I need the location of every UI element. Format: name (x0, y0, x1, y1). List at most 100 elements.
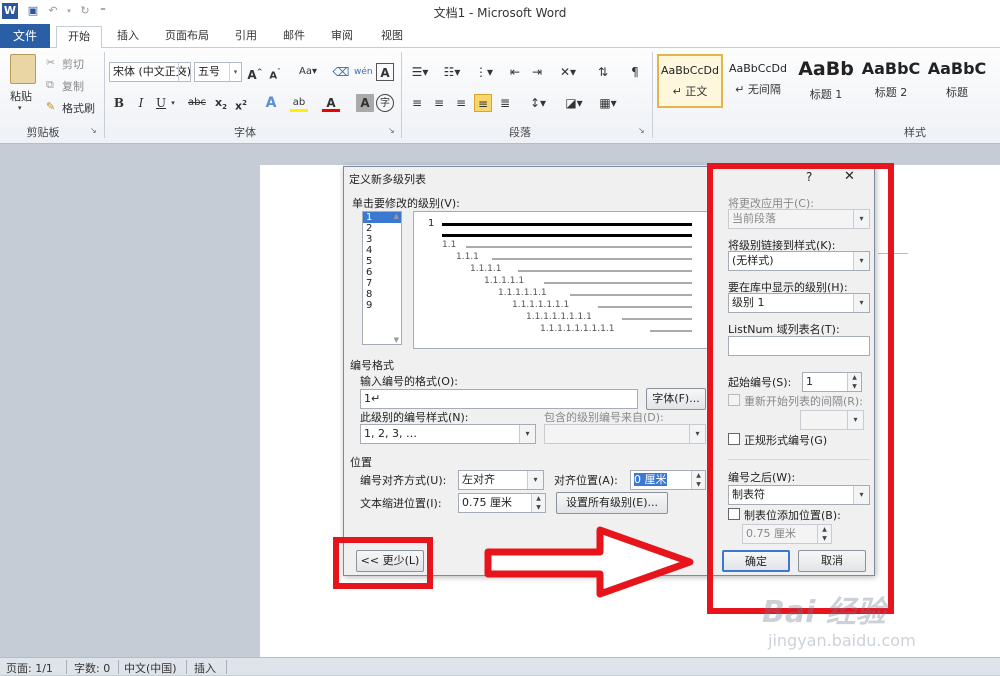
increase-indent-icon[interactable]: ⇥ (528, 63, 546, 81)
style-title[interactable]: AaBbC 标题 (924, 54, 990, 108)
preview-row-8: 1.1.1.1.1.1.1.1 (526, 312, 592, 322)
tab-page-layout[interactable]: 页面布局 (156, 26, 218, 48)
sort-icon[interactable]: ⇅ (594, 63, 612, 81)
shading-icon[interactable]: ◪▾ (562, 94, 586, 112)
align-at-input[interactable]: 0 厘米 ▲ ▼ (630, 470, 706, 490)
paragraph-launcher-icon[interactable]: ↘ (638, 126, 645, 135)
borders-icon[interactable]: ▦▾ (596, 94, 620, 112)
level-list[interactable]: 1 2 3 4 5 6 7 8 9 ▲ ▼ (362, 211, 402, 345)
scroll-down-icon[interactable]: ▼ (394, 336, 399, 344)
chevron-down-icon[interactable]: ▾ (527, 471, 543, 489)
font-size-combo[interactable]: 五号 ▾ (194, 62, 242, 82)
font-name-combo[interactable]: 宋体 (中文正文) ▾ (109, 62, 191, 82)
paste-icon[interactable] (10, 54, 36, 84)
language-status[interactable]: 中文(中国) (124, 660, 177, 676)
level-item[interactable]: 9 (363, 300, 401, 311)
cut-button[interactable]: 剪切 (62, 56, 84, 72)
tab-review[interactable]: 审阅 (322, 26, 362, 48)
numbering-icon[interactable]: ☷▾ (440, 63, 464, 81)
phonetic-guide-icon[interactable]: wén (354, 63, 373, 81)
paste-dropdown-icon[interactable]: ▾ (18, 104, 22, 112)
level-item[interactable]: 2 (363, 223, 401, 234)
chevron-down-icon[interactable]: ▾ (229, 63, 241, 81)
underline-dropdown-icon[interactable]: ▾ (168, 94, 178, 112)
chevron-down-icon[interactable]: ▾ (689, 425, 705, 443)
level-item[interactable]: 5 (363, 256, 401, 267)
change-case-icon[interactable]: Aa▾ (296, 63, 320, 81)
tab-home[interactable]: 开始 (56, 26, 102, 49)
text-indent-label: 文本缩进位置(I): (360, 497, 442, 510)
spinner-icon[interactable]: ▲ ▼ (531, 494, 545, 512)
number-style-select[interactable]: 1, 2, 3, … ▾ (360, 424, 536, 444)
center-icon[interactable]: ≡ (430, 94, 448, 112)
cut-icon[interactable]: ✂ (46, 56, 55, 69)
style-heading-2[interactable]: AaBbC 标题 2 (858, 54, 924, 108)
paste-button[interactable]: 粘贴 (10, 88, 32, 104)
style-prefix: ↵ (735, 83, 745, 96)
level-item[interactable]: 6 (363, 267, 401, 278)
clear-formatting-icon[interactable]: ⌫ (332, 63, 350, 81)
superscript-icon[interactable]: x2 (232, 94, 250, 113)
format-painter-icon[interactable]: ✎ (46, 100, 55, 113)
list-preview: 1 1.1 1.1.1 1.1.1.1 1.1.1.1.1 1.1.1.1.1.… (413, 211, 713, 349)
align-right-icon[interactable]: ≡ (452, 94, 470, 112)
page-count[interactable]: 页面: 1/1 (6, 660, 53, 676)
scroll-up-icon[interactable]: ▲ (394, 212, 399, 220)
set-all-levels-button[interactable]: 设置所有级别(E)... (556, 492, 668, 514)
align-at-label: 对齐位置(A): (554, 474, 618, 487)
decrease-indent-icon[interactable]: ⇤ (506, 63, 524, 81)
word-count[interactable]: 字数: 0 (74, 660, 110, 676)
text-effects-icon[interactable]: A (262, 94, 280, 112)
tab-references[interactable]: 引用 (226, 26, 266, 48)
font-size-value: 五号 (198, 65, 220, 78)
style-normal[interactable]: AaBbCcDd ↵ 正文 (657, 54, 723, 108)
font-button[interactable]: 字体(F)... (646, 388, 706, 410)
character-shading-icon[interactable]: A (356, 94, 374, 112)
show-marks-icon[interactable]: ¶ (626, 63, 644, 81)
text-indent-input[interactable]: 0.75 厘米 ▲ ▼ (458, 493, 546, 513)
enclose-characters-icon[interactable]: 字 (376, 94, 394, 112)
styles-group-label: 样式 (904, 126, 926, 139)
tab-file[interactable]: 文件 (0, 24, 50, 48)
level-item[interactable]: 4 (363, 245, 401, 256)
include-level-select[interactable]: ▾ (544, 424, 706, 444)
insert-mode-status[interactable]: 插入 (194, 660, 216, 676)
tab-view[interactable]: 视图 (372, 26, 412, 48)
tab-insert[interactable]: 插入 (108, 26, 148, 48)
font-launcher-icon[interactable]: ↘ (388, 126, 395, 135)
format-painter-button[interactable]: 格式刷 (62, 100, 95, 116)
separator (186, 660, 187, 674)
clipboard-launcher-icon[interactable]: ↘ (90, 126, 97, 135)
style-name: 标题 (946, 86, 968, 99)
shrink-font-icon[interactable]: Aˇ (266, 63, 284, 81)
copy-button[interactable]: 复制 (62, 78, 84, 94)
level-item[interactable]: 3 (363, 234, 401, 245)
subscript-icon[interactable]: x2 (212, 94, 230, 112)
font-color-icon[interactable]: A (322, 94, 340, 112)
multilevel-list-icon[interactable]: ⋮▾ (472, 63, 496, 81)
line-spacing-icon[interactable]: ↕▾ (526, 94, 550, 112)
justify-icon[interactable]: ≡ (474, 94, 492, 112)
strikethrough-icon[interactable]: abc (186, 94, 208, 112)
align-left-icon[interactable]: ≡ (408, 94, 426, 112)
chevron-down-icon[interactable]: ▾ (178, 63, 190, 81)
distributed-icon[interactable]: ≣ (496, 94, 514, 112)
alignment-select[interactable]: 左对齐 ▾ (458, 470, 544, 490)
bullets-icon[interactable]: ☰▾ (408, 63, 432, 81)
grow-font-icon[interactable]: A^ (246, 63, 264, 82)
copy-icon[interactable]: ⧉ (46, 78, 54, 92)
level-item[interactable]: 8 (363, 289, 401, 300)
bold-icon[interactable]: B (110, 94, 128, 112)
highlight-icon[interactable]: ab (290, 94, 308, 112)
style-heading-1[interactable]: AaBb 标题 1 (793, 54, 859, 108)
tab-mailings[interactable]: 邮件 (274, 26, 314, 48)
italic-icon[interactable]: I (132, 94, 150, 112)
include-level-label: 包含的级别编号来自(D): (544, 411, 664, 424)
level-item[interactable]: 7 (363, 278, 401, 289)
style-no-spacing[interactable]: AaBbCcDd ↵ 无间隔 (725, 54, 791, 108)
spinner-icon[interactable]: ▲ ▼ (691, 471, 705, 489)
chinese-layout-icon[interactable]: ✕▾ (556, 63, 580, 81)
chevron-down-icon[interactable]: ▾ (519, 425, 535, 443)
number-format-input[interactable]: 1↵ (360, 389, 638, 409)
character-border-icon[interactable]: A (376, 63, 394, 81)
